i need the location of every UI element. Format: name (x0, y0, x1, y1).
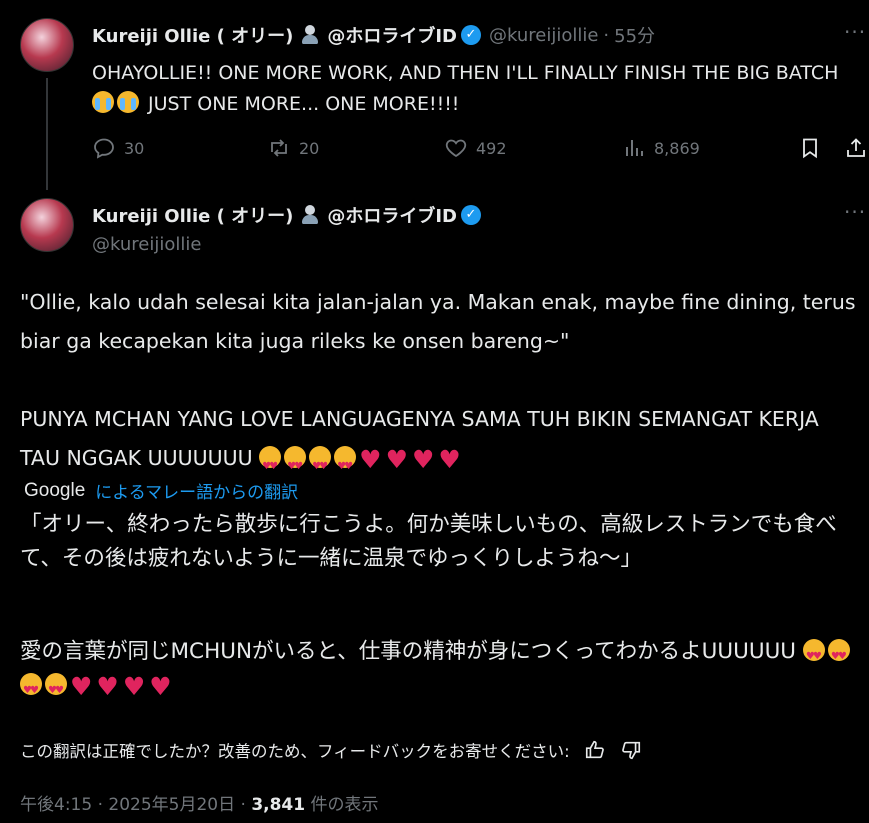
like-count: 492 (476, 138, 507, 158)
thumbs-down-icon[interactable] (620, 739, 642, 761)
bookmark-icon (803, 138, 817, 159)
affiliation[interactable]: @ホロライブID (327, 22, 457, 48)
display-name[interactable]: Kureiji Ollie ( オリー) (92, 22, 293, 48)
heart-eyes-emoji-icon (827, 639, 850, 674)
views-icon (626, 140, 643, 156)
repost-button[interactable]: 20 (267, 136, 319, 160)
avatar[interactable] (20, 18, 74, 72)
person-emoji-icon (301, 205, 319, 225)
verified-icon: ✓ (460, 25, 481, 45)
tweet2-para1: "Ollie, kalo udah selesai kita jalan-jal… (20, 290, 856, 353)
heart-eyes-emoji-icon (334, 446, 357, 486)
display-name[interactable]: Kureiji Ollie ( オリー) (92, 202, 293, 228)
repost-count: 20 (299, 138, 320, 158)
tweet1-header: Kureiji Ollie ( オリー) @ホロライブID ✓ @kureiji… (92, 22, 655, 48)
person-emoji-icon (301, 25, 319, 45)
tweet1-actions: 30 20 492 8,869 (92, 136, 869, 162)
tweet2-handle-row: @kureijiollie (92, 234, 201, 255)
avatar[interactable] (20, 198, 74, 252)
heart-eyes-emoji-icon (20, 673, 42, 708)
verified-icon: ✓ (460, 205, 481, 225)
tweet2-text: "Ollie, kalo udah selesai kita jalan-jal… (20, 283, 865, 486)
crying-emoji-icon (117, 91, 139, 113)
more-icon[interactable]: ··· (844, 200, 866, 224)
heart-emoji-icon: ♥ (122, 672, 146, 701)
tweet-meta: 午後4:15 · 2025年5月20日 · 3,841 件の表示 (20, 790, 379, 815)
tweet2-para2: PUNYA MCHAN YANG LOVE LANGUAGENYA SAMA T… (20, 400, 865, 486)
thread-connector (46, 78, 48, 190)
views-label: 件の表示 (310, 795, 379, 815)
affiliation[interactable]: @ホロライブID (327, 202, 457, 228)
share-button[interactable] (844, 136, 869, 160)
handle[interactable]: @kureijiollie (489, 25, 598, 46)
heart-emoji-icon: ♥ (359, 445, 382, 474)
like-button[interactable]: 492 (444, 136, 507, 160)
crying-emoji-icon (92, 91, 114, 113)
more-icon[interactable]: ··· (844, 20, 866, 44)
tweet2-header: Kureiji Ollie ( オリー) @ホロライブID ✓ (92, 202, 481, 228)
reply-count: 30 (124, 138, 145, 158)
heart-eyes-emoji-icon (284, 446, 307, 486)
tweet1-text: OHAYOLLIE!! ONE MORE WORK, AND THEN I'LL… (92, 58, 852, 120)
views-button[interactable]: 8,869 (622, 136, 700, 160)
bookmark-button[interactable] (798, 136, 830, 160)
heart-eyes-emoji-icon (45, 673, 67, 708)
view-count: 8,869 (654, 138, 700, 158)
timestamp[interactable]: 55分 (614, 22, 655, 48)
heart-eyes-emoji-icon (309, 446, 332, 486)
heart-emoji-icon: ♥ (438, 445, 461, 474)
view-count: 3,841 (251, 795, 306, 815)
feedback-prompt: この翻訳は正確でしたか？改善のため、フィードバックをお寄せください: (20, 742, 570, 761)
separator: · (603, 24, 610, 46)
tweet1-text-main: OHAYOLLIE!! ONE MORE WORK, AND THEN I'LL… (92, 62, 839, 84)
translation-source-link[interactable]: によるマレー語からの翻訳 (95, 478, 298, 503)
share-icon (847, 138, 865, 157)
heart-emoji-icon: ♥ (411, 445, 435, 474)
reply-button[interactable]: 30 (92, 136, 144, 160)
heart-emoji-icon: ♥ (70, 672, 93, 701)
handle[interactable]: @kureijiollie (92, 234, 201, 255)
repost-icon (271, 139, 287, 157)
reply-icon (94, 138, 114, 159)
translation-bar: Google によるマレー語からの翻訳 (24, 478, 298, 504)
translation-para2: 愛の言葉が同じMCHUNがいると、仕事の精神が身につくってわかるよUUUUUU … (20, 635, 865, 708)
heart-eyes-emoji-icon (802, 639, 825, 674)
heart-emoji-icon: ♥ (149, 672, 172, 701)
translation-feedback: この翻訳は正確でしたか？改善のため、フィードバックをお寄せください: (20, 738, 642, 762)
heart-eyes-emoji-icon (259, 446, 282, 486)
google-logo: Google (24, 479, 86, 501)
heart-emoji-icon: ♥ (96, 672, 119, 701)
heart-emoji-icon: ♥ (385, 445, 408, 474)
thumbs-up-icon[interactable] (584, 739, 606, 761)
like-icon (445, 139, 467, 158)
tweet1-text-tail: JUST ONE MORE... ONE MORE!!!! (148, 93, 460, 115)
translation-para1: 「オリー、終わったら散歩に行こうよ。何か美味しいもの、高級レストランでも食べて、… (20, 512, 837, 571)
tweet-time[interactable]: 午後4:15 · 2025年5月20日 · (20, 795, 246, 815)
translation-para2-text: 愛の言葉が同じMCHUNがいると、仕事の精神が身につくってわかるよUUUUUU (20, 639, 797, 664)
